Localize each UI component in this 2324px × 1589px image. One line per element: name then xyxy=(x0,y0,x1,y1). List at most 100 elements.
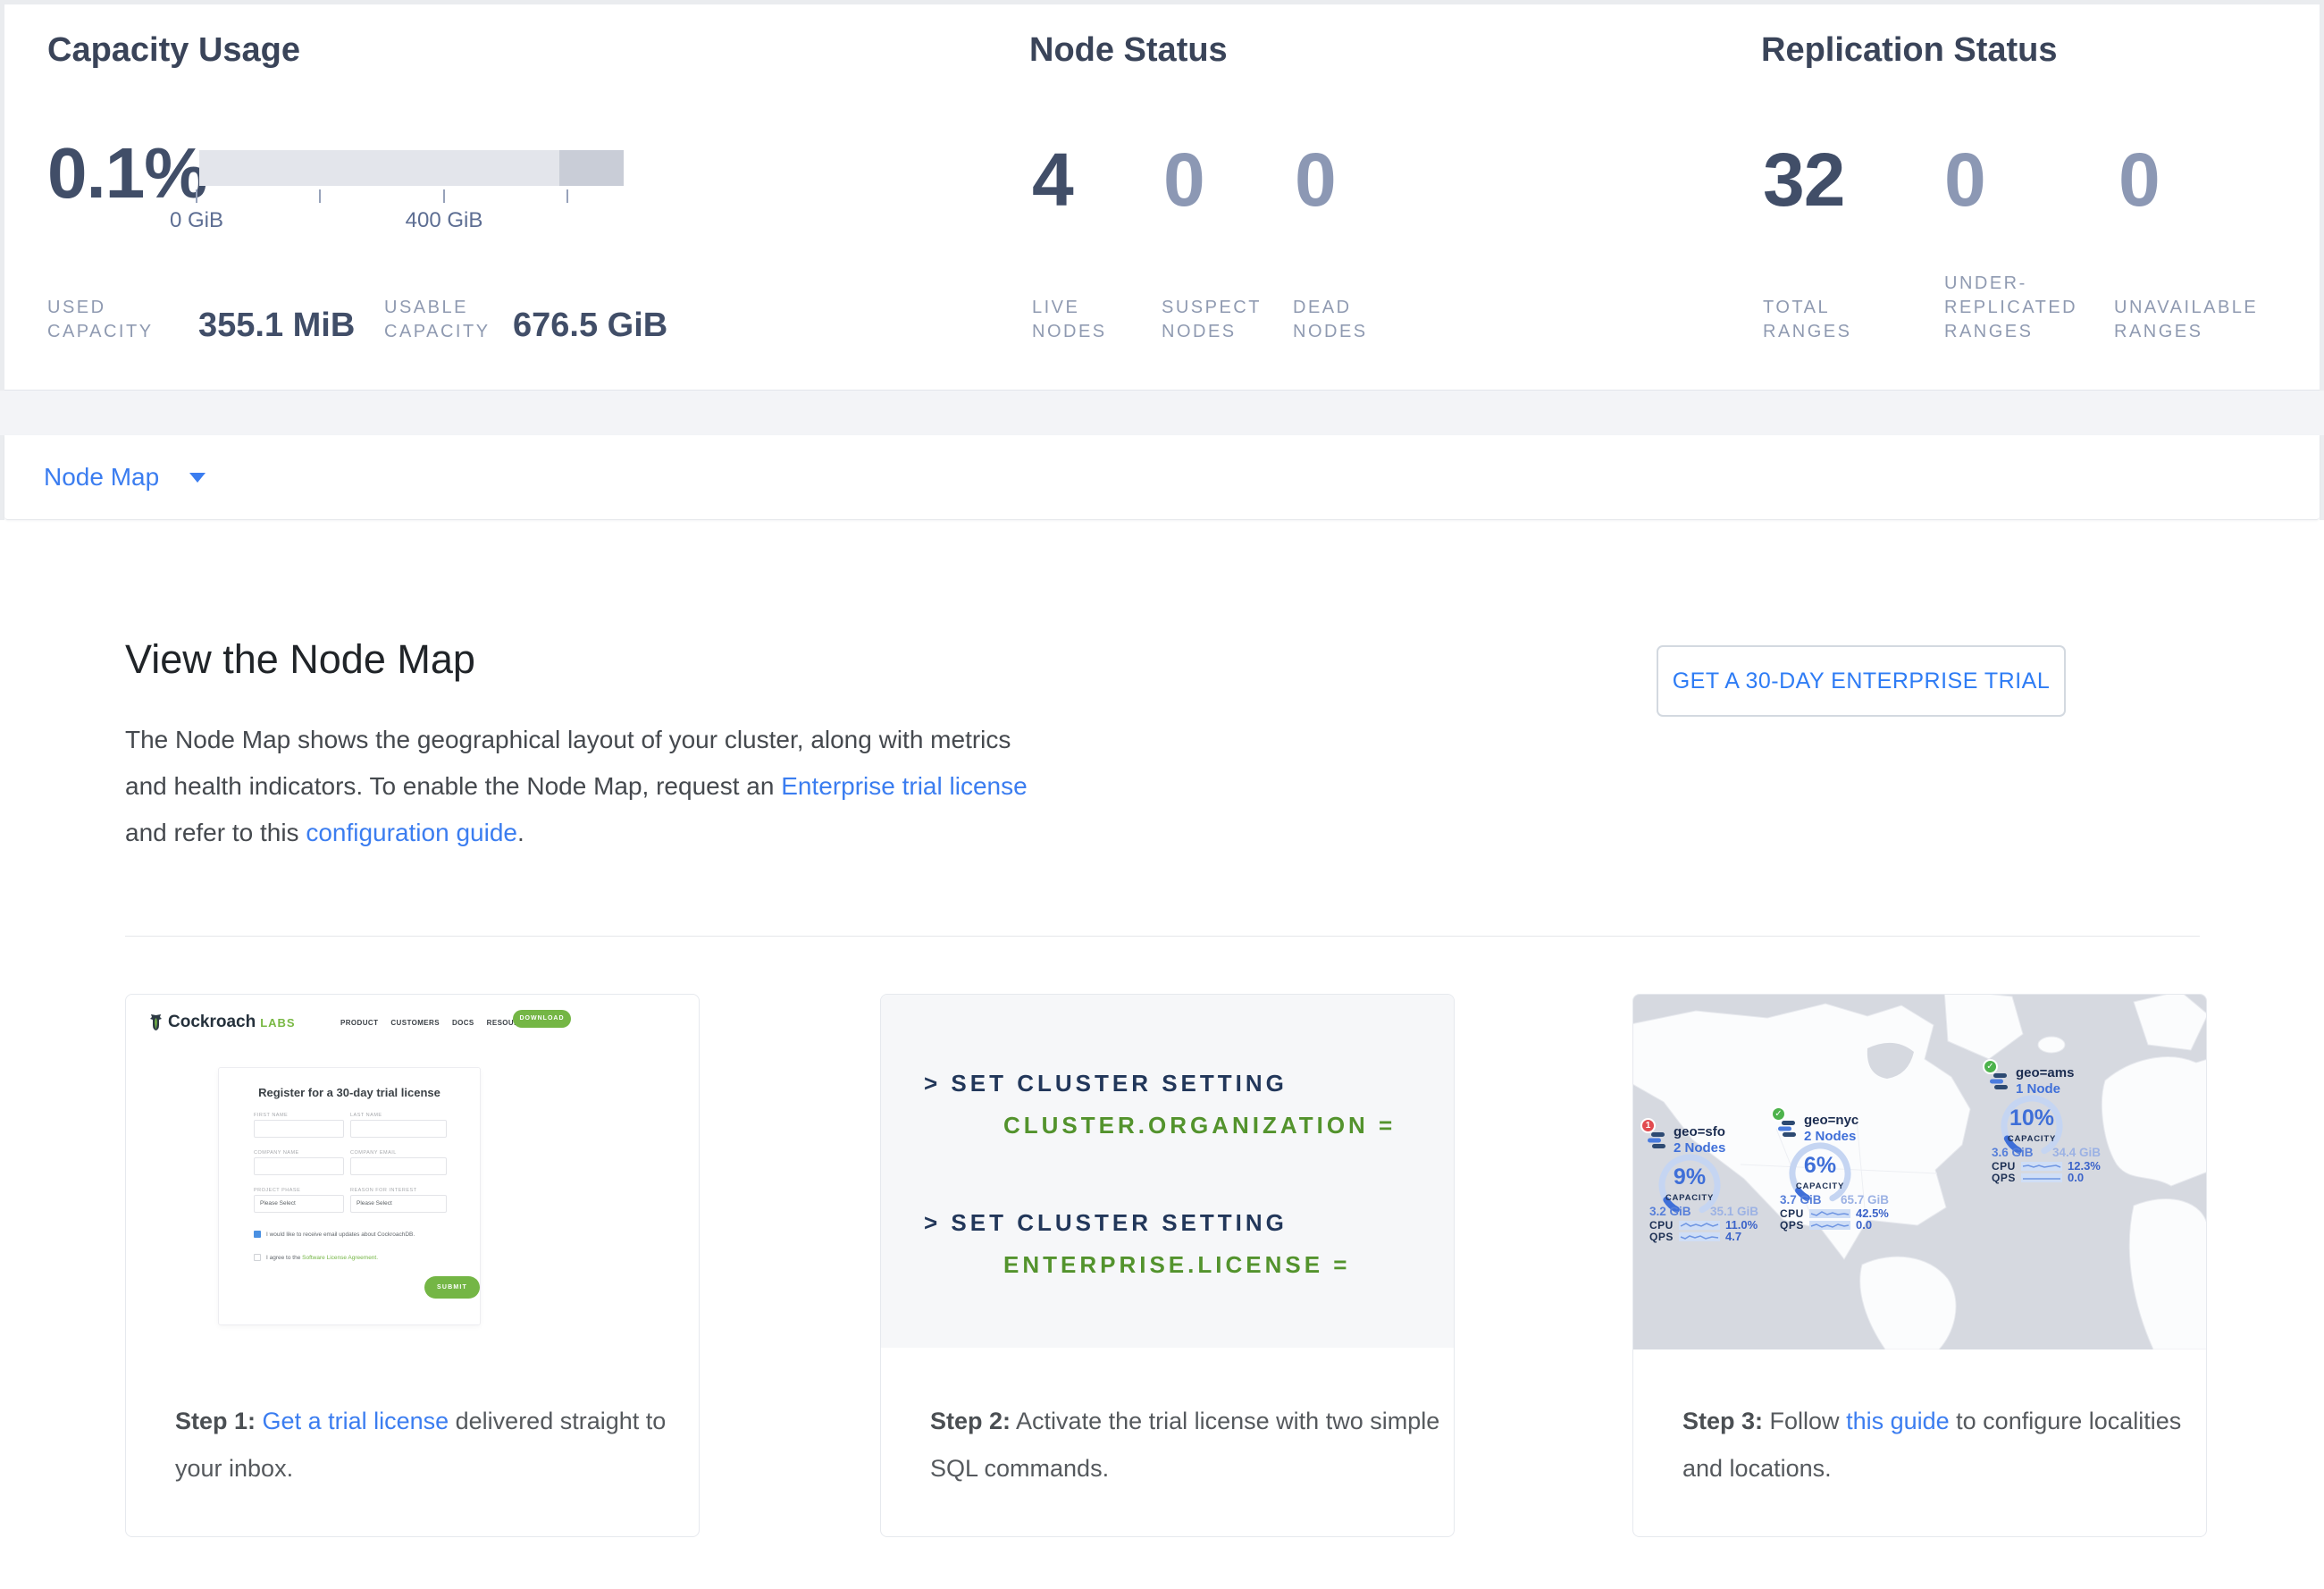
description-text: . xyxy=(517,819,524,846)
capacity-axis-tick xyxy=(196,189,197,203)
download-button: DOWNLOAD xyxy=(513,1010,571,1028)
page-edge-right xyxy=(2320,0,2324,520)
qps-sparkline xyxy=(1809,1221,1850,1230)
live-nodes-count: 4 xyxy=(1032,137,1073,223)
step3-caption: Step 3: Follow this guide to configure l… xyxy=(1682,1398,2199,1492)
total-capacity: 65.7 GiB xyxy=(1841,1193,1889,1206)
total-capacity: 34.4 GiB xyxy=(2052,1146,2101,1159)
capacity-axis-tick xyxy=(319,189,321,203)
capacity-label: CAPACITY xyxy=(1998,1134,2066,1144)
step2-caption: Step 2: Activate the trial license with … xyxy=(930,1398,1447,1492)
enterprise-trial-license-link[interactable]: Enterprise trial license xyxy=(781,772,1027,800)
logo-text: Cockroach xyxy=(168,1013,256,1032)
nav-item: CUSTOMERS xyxy=(390,1019,440,1027)
project-phase-select: Please Select xyxy=(254,1195,344,1213)
map-node-sfo: 1 geo=sfo 2 Nodes 9% CAPACITY 3.2 GiB35.… xyxy=(1644,1125,1765,1156)
suspect-nodes-count: 0 xyxy=(1163,137,1204,223)
trial-registration-form: Register for a 30-day trial license FIRS… xyxy=(218,1067,481,1325)
used-capacity-value: 355.1 MiB xyxy=(198,307,355,345)
node-status-title: Node Status xyxy=(1029,31,1228,70)
step3-card: 1 geo=sfo 2 Nodes 9% CAPACITY 3.2 GiB35.… xyxy=(1632,994,2207,1537)
capacity-used-percent: 0.1% xyxy=(47,132,206,214)
sql-prompt: > SET CLUSTER SETTING xyxy=(924,1209,1288,1237)
used-capacity-label: USED CAPACITY xyxy=(47,296,172,344)
suspect-nodes-label: SUSPECT NODES xyxy=(1162,296,1282,344)
get-trial-license-link[interactable]: Get a trial license xyxy=(263,1408,449,1434)
section-divider xyxy=(125,936,2200,937)
cluster-overview-page: Capacity Usage 0.1% 0 GiB 400 GiB USED C… xyxy=(0,0,2324,1589)
step1-card: Cockroach LABS PRODUCT CUSTOMERS DOCS RE… xyxy=(125,994,700,1537)
usable-capacity-value: 676.5 GiB xyxy=(513,307,667,345)
capacity-usage-title: Capacity Usage xyxy=(47,31,300,70)
healthy-badge-icon: ✓ xyxy=(1983,1059,1998,1074)
locality-name: geo=sfo xyxy=(1674,1124,1725,1140)
used-capacity: 3.6 GiB xyxy=(1992,1146,2034,1159)
capacity-label: CAPACITY xyxy=(1786,1181,1854,1191)
field-label: PROJECT PHASE xyxy=(254,1188,300,1193)
sql-prompt: > SET CLUSTER SETTING xyxy=(924,1070,1288,1097)
nodemap-description: The Node Map shows the geographical layo… xyxy=(125,717,1028,856)
field-label: LAST NAME xyxy=(350,1113,382,1118)
capacity-axis-label-0: 0 GiB xyxy=(134,208,259,233)
total-capacity: 35.1 GiB xyxy=(1710,1205,1758,1218)
capacity-percent: 9% xyxy=(1656,1164,1724,1190)
software-license-link: Software License Agreement. xyxy=(302,1255,378,1261)
this-guide-link[interactable]: this guide xyxy=(1846,1408,1950,1434)
used-capacity: 3.2 GiB xyxy=(1649,1205,1691,1218)
company-email-field xyxy=(350,1157,447,1175)
nav-item: DOCS xyxy=(452,1019,474,1027)
capacity-percent: 10% xyxy=(1998,1106,2066,1131)
under-replicated-ranges-label: UNDER-REPLICATED RANGES xyxy=(1944,272,2110,344)
qps-sparkline xyxy=(1679,1232,1720,1241)
cluster-summary-panel: Capacity Usage 0.1% 0 GiB 400 GiB USED C… xyxy=(4,4,2320,391)
capacity-axis-label-400: 400 GiB xyxy=(382,208,507,233)
capacity-label: CAPACITY xyxy=(1656,1193,1724,1203)
sql-setting: CLUSTER.ORGANIZATION = xyxy=(1003,1112,1396,1139)
total-ranges-label: TOTAL RANGES xyxy=(1763,296,1897,344)
node-map-illustration: 1 geo=sfo 2 Nodes 9% CAPACITY 3.2 GiB35.… xyxy=(1633,995,2207,1349)
warning-badge-icon: 1 xyxy=(1640,1118,1656,1133)
last-name-field xyxy=(350,1120,447,1138)
enterprise-trial-button[interactable]: GET A 30-DAY ENTERPRISE TRIAL xyxy=(1657,645,2066,717)
live-nodes-label: LIVE NODES xyxy=(1032,296,1139,344)
field-label: COMPANY EMAIL xyxy=(350,1150,397,1156)
dead-nodes-count: 0 xyxy=(1295,137,1336,223)
database-icon xyxy=(1648,1132,1669,1149)
node-map-dropdown[interactable]: Node Map xyxy=(44,463,159,492)
used-capacity: 3.7 GiB xyxy=(1780,1193,1822,1206)
sql-setting: ENTERPRISE.LICENSE = xyxy=(1003,1251,1350,1279)
logo-subtext: LABS xyxy=(260,1016,295,1030)
capacity-axis-tick xyxy=(566,189,568,203)
field-label: REASON FOR INTEREST xyxy=(350,1188,417,1193)
capacity-bar xyxy=(199,150,624,186)
reason-select: Please Select xyxy=(350,1195,447,1213)
page-title: View the Node Map xyxy=(125,636,475,683)
unavailable-ranges-count: 0 xyxy=(2118,137,2160,223)
chevron-down-icon xyxy=(189,473,206,483)
step2-card: > SET CLUSTER SETTING CLUSTER.ORGANIZATI… xyxy=(880,994,1455,1537)
license-agreement-checkbox xyxy=(254,1254,261,1261)
locality-name: geo=ams xyxy=(2016,1065,2074,1081)
cpu-sparkline xyxy=(1809,1209,1850,1218)
total-ranges-count: 32 xyxy=(1763,137,1844,223)
under-replicated-ranges-count: 0 xyxy=(1944,137,1985,223)
healthy-badge-icon: ✓ xyxy=(1771,1106,1786,1122)
capacity-axis-tick xyxy=(443,189,445,203)
sql-commands-illustration: > SET CLUSTER SETTING CLUSTER.ORGANIZATI… xyxy=(881,995,1454,1348)
capacity-bar-reserved-segment xyxy=(559,150,624,186)
qps-sparkline xyxy=(2021,1173,2062,1182)
field-label: FIRST NAME xyxy=(254,1113,288,1118)
cpu-sparkline xyxy=(1679,1221,1720,1230)
usable-capacity-label: USABLE CAPACITY xyxy=(384,296,518,344)
map-node-nyc: ✓ geo=nyc 2 Nodes 6% CAPACITY 3.7 GiB65.… xyxy=(1774,1114,1895,1144)
dead-nodes-label: DEAD NODES xyxy=(1293,296,1400,344)
nav-item: PRODUCT xyxy=(340,1019,378,1027)
locality-name: geo=nyc xyxy=(1804,1113,1858,1129)
map-node-ams: ✓ geo=ams 1 Node 10% CAPACITY 3.6 GiB34.… xyxy=(1986,1066,2107,1097)
form-title: Register for a 30-day trial license xyxy=(219,1086,480,1099)
view-selector-bar[interactable]: Node Map xyxy=(4,435,2320,520)
first-name-field xyxy=(254,1120,344,1138)
checkbox-label: I agree to the Software License Agreemen… xyxy=(266,1255,472,1261)
email-updates-checkbox xyxy=(254,1231,261,1238)
configuration-guide-link[interactable]: configuration guide xyxy=(306,819,517,846)
